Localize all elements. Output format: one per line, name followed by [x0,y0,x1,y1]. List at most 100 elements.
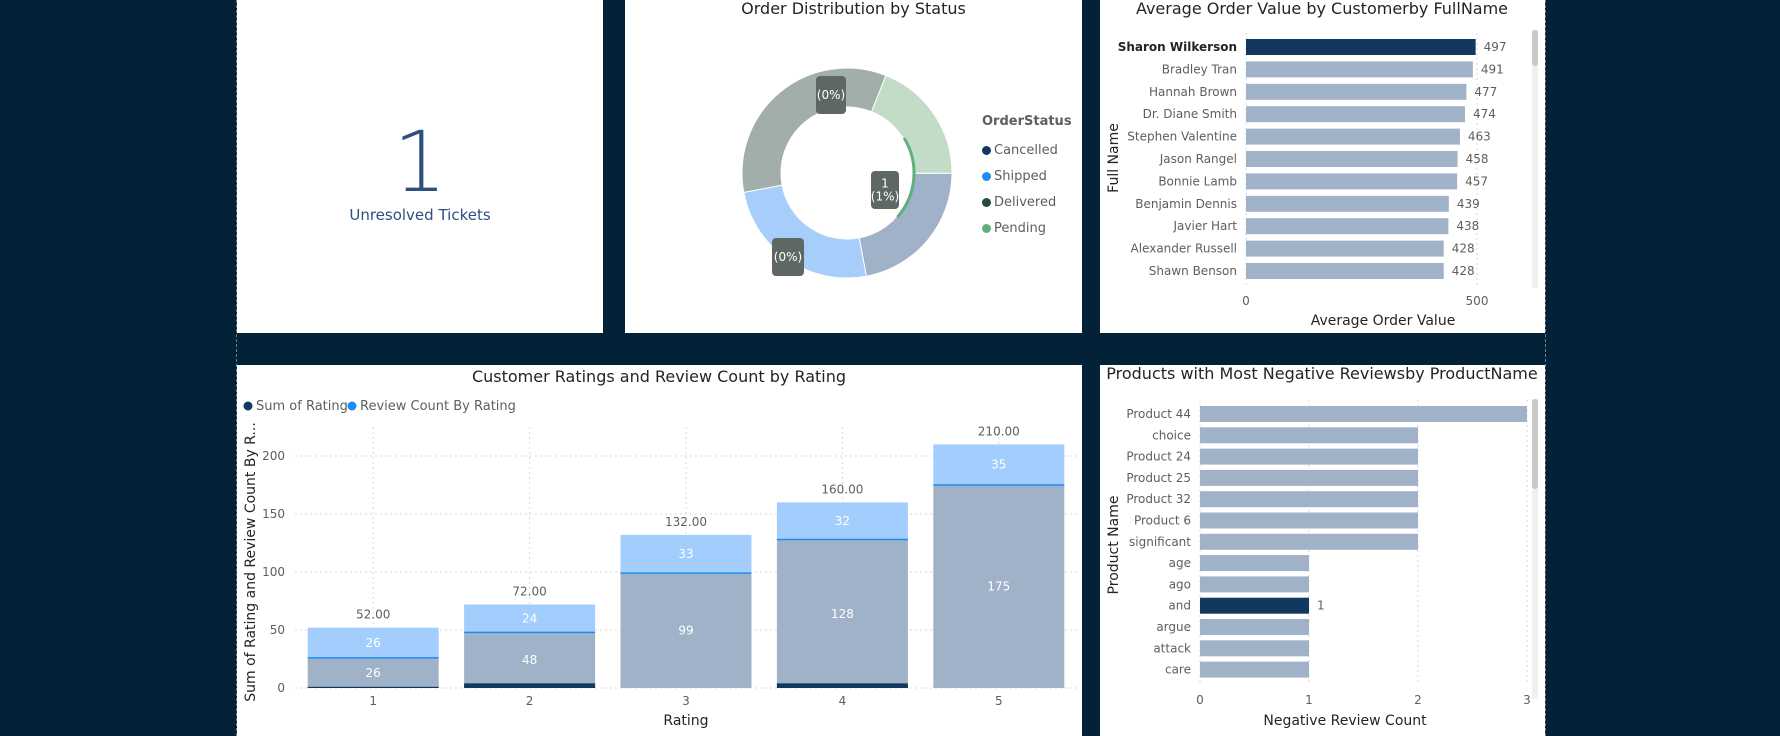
data-label: 35 [991,458,1006,472]
total-label: 210.00 [978,424,1020,438]
legend-title: OrderStatus [982,114,1072,129]
y-tick-label: significant [1129,535,1191,549]
y-tick-label: Product 6 [1134,514,1191,528]
bar[interactable] [1246,218,1449,235]
data-label: (1%) [871,189,899,203]
total-label: 160.00 [821,482,863,496]
x-tick-label: 3 [682,694,690,708]
kpi-label: Unresolved Tickets [349,206,491,224]
y-tick-label: care [1165,663,1191,677]
data-label: 99 [678,624,693,638]
legend-dot [982,223,991,233]
bar-segment-sum-of-rating [307,686,439,688]
bar[interactable] [1246,128,1460,145]
bar[interactable] [1246,151,1458,167]
y-tick-label: Alexander Russell [1131,242,1237,256]
bar[interactable] [1200,406,1527,422]
x-tick-label: 5 [995,694,1003,708]
data-label: 463 [1468,130,1491,144]
y-tick-label: 50 [270,623,285,637]
kpi-card[interactable]: 1 Unresolved Tickets [237,0,603,333]
x-tick-label: 1 [1305,693,1313,707]
data-label: 33 [678,547,693,561]
bar[interactable] [1200,597,1309,614]
y-tick-label: Stephen Valentine [1127,130,1237,144]
bar-segment-sum-of-rating [464,683,596,688]
x-tick-label: 4 [839,694,847,708]
y-tick-label: and [1168,599,1191,613]
bar[interactable] [1200,448,1418,465]
legend-label: Cancelled [994,142,1058,158]
data-label: 128 [831,607,854,621]
y-tick-label: 150 [262,507,285,521]
y-tick-label: Benjamin Dennis [1135,197,1237,211]
legend-dot [982,145,991,155]
x-tick-label: 0 [1196,693,1204,707]
y-tick-label: choice [1152,428,1191,442]
legend-dot [982,197,991,207]
legend-dot [347,401,357,411]
data-label: 428 [1452,264,1475,278]
legend-item-cancelled[interactable]: Cancelled [982,137,1072,163]
scrollbar-track[interactable] [1532,30,1538,288]
x-tick-label: 3 [1523,693,1531,707]
bar[interactable] [1246,61,1473,78]
data-label: 474 [1473,107,1496,121]
x-tick-label: 0 [1242,294,1250,308]
data-label: 439 [1457,197,1480,211]
y-tick-label: attack [1153,641,1191,655]
bar[interactable] [1200,619,1309,635]
scrollbar-thumb[interactable] [1532,30,1538,66]
data-label: 26 [366,666,381,680]
bar[interactable] [1246,195,1449,212]
chart-title: Average Order Value by Customerby FullNa… [1136,0,1508,18]
chart-title: Products with Most Negative Reviewsby Pr… [1106,365,1537,383]
donut-legend: OrderStatus Cancelled Shipped Delivered … [982,114,1072,241]
data-label: 457 [1465,174,1488,188]
data-label: 428 [1452,242,1475,256]
legend-item-shipped[interactable]: Shipped [982,163,1072,189]
bar[interactable] [1200,491,1418,508]
negative-reviews-bar-chart[interactable]: Products with Most Negative Reviewsby Pr… [1100,365,1545,736]
legend-item-pending[interactable]: Pending [982,215,1072,241]
bar[interactable] [1246,39,1476,55]
bar[interactable] [1246,106,1465,123]
y-axis-title: Full Name [1106,123,1122,193]
bar[interactable] [1246,173,1458,190]
data-label: 491 [1481,62,1504,76]
bar[interactable] [1200,661,1309,678]
y-tick-label: Sharon Wilkerson [1118,40,1237,54]
bar[interactable] [1200,640,1309,657]
y-tick-label: Product 24 [1126,450,1191,464]
total-label: 132.00 [665,515,707,529]
bar[interactable] [1246,83,1467,100]
y-tick-label: Product 25 [1126,471,1191,485]
bar[interactable] [1200,555,1309,572]
x-tick-label: 500 [1466,294,1489,308]
donut-slice[interactable] [743,184,867,279]
y-tick-label: Dr. Diane Smith [1143,107,1237,121]
bar[interactable] [1200,469,1418,486]
data-label: 1 [1317,599,1325,613]
legend-label: Shipped [994,168,1047,184]
scrollbar-thumb[interactable] [1532,399,1538,489]
ratings-bar-chart[interactable]: Customer Ratings and Review Count by Rat… [237,365,1082,736]
legend-label: Pending [994,220,1046,236]
data-label: 438 [1456,219,1479,233]
kpi-value: 1 [393,113,447,211]
legend-item-delivered[interactable]: Delivered [982,189,1072,215]
bar[interactable] [1200,512,1418,529]
bar[interactable] [1200,576,1309,593]
y-tick-label: 200 [262,449,285,463]
x-axis-title: Rating [663,713,708,729]
aov-bar-chart[interactable]: Average Order Value by Customerby FullNa… [1100,0,1545,333]
bar[interactable] [1200,533,1418,550]
donut-slice[interactable] [741,67,887,193]
x-tick-label: 1 [369,694,377,708]
bar[interactable] [1246,240,1444,257]
data-label: (0%) [817,88,845,102]
x-axis-title: Average Order Value [1311,313,1456,329]
bar[interactable] [1200,427,1418,444]
bar[interactable] [1246,263,1444,279]
legend-dot [982,171,991,181]
